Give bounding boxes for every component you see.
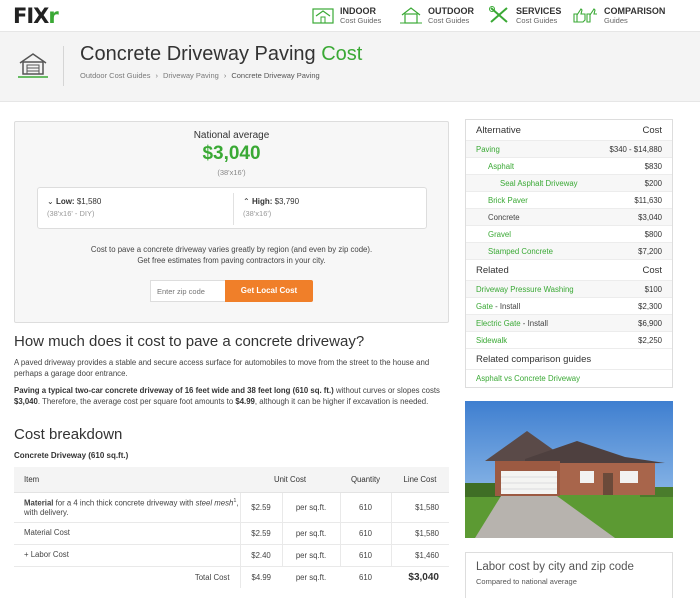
- national-average-label: National average: [193, 130, 270, 141]
- alternative-cost: $3,040: [638, 213, 662, 222]
- outdoor-house-icon: [400, 7, 422, 24]
- breakdown-subtitle: Concrete Driveway (610 sq.ft.): [14, 451, 129, 460]
- alternative-name[interactable]: Brick Paver: [488, 192, 528, 209]
- breadcrumb-driveway[interactable]: Driveway Paving: [163, 71, 219, 80]
- get-local-cost-button[interactable]: Get Local Cost: [225, 280, 313, 302]
- breadcrumb-current: Concrete Driveway Paving: [231, 71, 320, 80]
- national-average-dims: (38'x16'): [217, 168, 246, 177]
- related-header: Related Cost: [466, 260, 672, 281]
- intro-paragraph: A paved driveway provides a stable and s…: [14, 358, 430, 378]
- house-photo: [465, 401, 673, 538]
- tools-icon: [489, 6, 508, 23]
- labor-cost-box: Labor cost by city and zip code Compared…: [465, 552, 673, 598]
- alternative-cost: $11,630: [634, 196, 662, 205]
- alternative-item[interactable]: Stamped Concrete $7,200: [466, 243, 672, 260]
- related-item[interactable]: Driveway Pressure Washing $100: [466, 281, 672, 298]
- high-range[interactable]: ⌃ High: $3,790 (38'x16'): [234, 188, 428, 228]
- alternative-cost: $800: [644, 230, 662, 239]
- alternative-cost: $830: [644, 162, 662, 171]
- alternative-item: Concrete $3,040: [466, 209, 672, 226]
- breadcrumb-outdoor[interactable]: Outdoor Cost Guides: [80, 71, 150, 80]
- table-header-row: Item Unit Cost Quantity Line Cost: [14, 467, 449, 493]
- section-heading: How much does it cost to pave a concrete…: [14, 333, 365, 350]
- related-cost: $2,300: [638, 302, 662, 311]
- alternative-header: Alternative Cost: [466, 120, 672, 141]
- related-name[interactable]: Sidewalk: [476, 332, 507, 349]
- alternative-item[interactable]: Paving $340 - $14,880: [466, 141, 672, 158]
- alternative-item[interactable]: Gravel $800: [466, 226, 672, 243]
- nav-indoor[interactable]: INDOOR Cost Guides: [312, 6, 381, 28]
- low-range[interactable]: ⌄ Low: $1,580 (38'x16' - DIY): [38, 188, 233, 228]
- alternative-item[interactable]: Brick Paver $11,630: [466, 192, 672, 209]
- thumbs-icon: [573, 8, 597, 23]
- price-range: ⌄ Low: $1,580 (38'x16' - DIY) ⌃ High: $3…: [37, 187, 427, 229]
- related-name[interactable]: Electric Gate - Install: [476, 315, 548, 332]
- table-total-row: Total Cost $4.99 per sq.ft. 610 $3,040: [14, 566, 449, 588]
- nav-services[interactable]: SERVICES Cost Guides: [488, 6, 561, 28]
- title-band: Concrete Driveway Paving Cost Outdoor Co…: [0, 32, 700, 102]
- table-row: Material Cost $2.59 per sq.ft. 610 $1,58…: [14, 522, 449, 545]
- labor-cost-subtitle: Compared to national average: [476, 577, 577, 586]
- related-cost: $2,250: [638, 336, 662, 345]
- page-title: Concrete Driveway Paving Cost: [80, 43, 363, 65]
- estimate-description: Cost to pave a concrete driveway varies …: [90, 245, 373, 265]
- related-cost: $100: [644, 285, 662, 294]
- related-item[interactable]: Sidewalk $2,250: [466, 332, 672, 349]
- alternative-name: Concrete: [488, 213, 520, 222]
- related-name[interactable]: Driveway Pressure Washing: [476, 281, 574, 298]
- alternative-name[interactable]: Stamped Concrete: [488, 243, 553, 260]
- steel-mesh-link[interactable]: steel mesh: [196, 498, 234, 507]
- cost-paragraph: Paving a typical two-car concrete drivew…: [14, 386, 440, 406]
- alternative-item[interactable]: Seal Asphalt Driveway $200: [466, 175, 672, 192]
- table-row: + Labor Cost $2.40 per sq.ft. 610 $1,460: [14, 544, 449, 567]
- chevron-up-icon: ⌃: [243, 197, 250, 206]
- breakdown-heading: Cost breakdown: [14, 426, 123, 443]
- related-cost: $6,900: [638, 319, 662, 328]
- related-item[interactable]: Electric Gate - Install $6,900: [466, 315, 672, 332]
- alternative-name[interactable]: Asphalt: [488, 158, 514, 175]
- divider: [63, 46, 64, 86]
- chevron-down-icon: ⌄: [47, 197, 54, 206]
- indoor-house-icon: [312, 8, 334, 24]
- estimate-box: National average $3,040 (38'x16') ⌄ Low:…: [14, 121, 449, 323]
- national-average-value: $3,040: [202, 143, 261, 164]
- alternative-name[interactable]: Seal Asphalt Driveway: [500, 175, 578, 192]
- cost-breakdown-table: Item Unit Cost Quantity Line Cost Materi…: [14, 467, 449, 588]
- breadcrumb: Outdoor Cost Guides › Driveway Paving › Conc…: [80, 71, 320, 80]
- labor-cost-title: Labor cost by city and zip code: [476, 561, 634, 573]
- house-garage-icon: [18, 53, 48, 78]
- top-nav: FIXr INDOOR Cost Guides OUTDOOR Cost Guide…: [0, 0, 700, 32]
- nav-comparison[interactable]: COMPARISON Guides: [572, 6, 665, 28]
- alternative-cost: $200: [644, 179, 662, 188]
- alternative-name[interactable]: Gravel: [488, 226, 511, 243]
- fixr-logo[interactable]: FIXr: [13, 6, 59, 27]
- alternative-item[interactable]: Asphalt $830: [466, 158, 672, 175]
- alternative-cost: $340 - $14,880: [609, 145, 662, 154]
- zip-code-input[interactable]: [150, 280, 226, 302]
- comparison-link[interactable]: Asphalt vs Concrete Driveway: [466, 370, 672, 387]
- alternative-name[interactable]: Paving: [476, 141, 500, 158]
- alternative-cost: $7,200: [638, 247, 662, 256]
- table-row: Material for a 4 inch thick concrete dri…: [14, 492, 449, 523]
- alternatives-sidebar: Alternative Cost Paving $340 - $14,880 Asph…: [465, 119, 673, 388]
- nav-outdoor[interactable]: OUTDOOR Cost Guides: [400, 6, 474, 28]
- comparison-header: Related comparison guides: [466, 349, 672, 370]
- related-name[interactable]: Gate - Install: [476, 298, 520, 315]
- related-item[interactable]: Gate - Install $2,300: [466, 298, 672, 315]
